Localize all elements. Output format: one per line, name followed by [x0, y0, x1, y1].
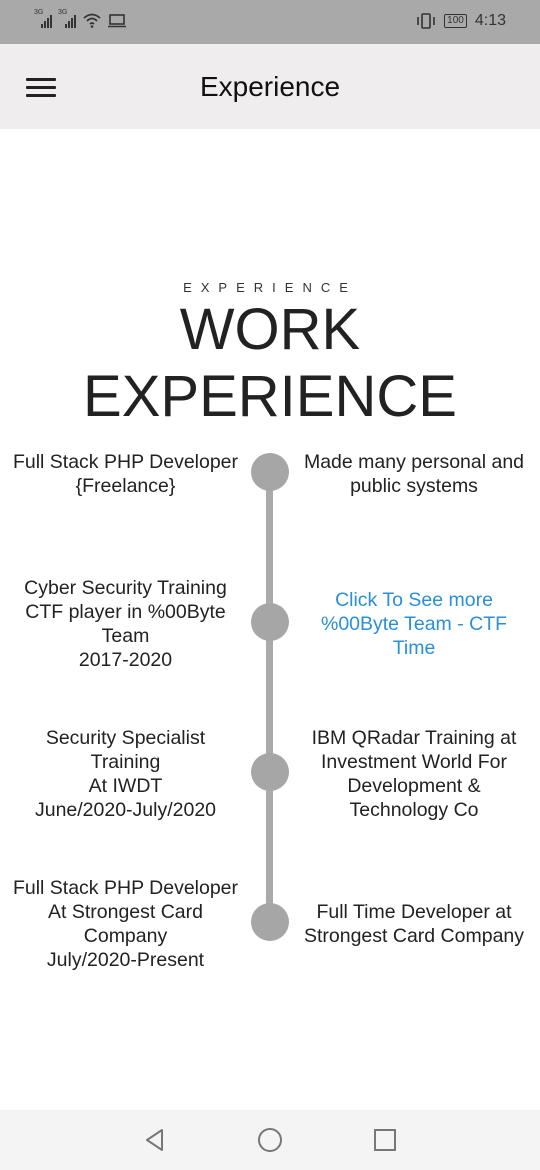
status-right: 100 4:13 — [416, 12, 506, 30]
timeline-right-text: IBM QRadar Training at Investment World … — [311, 727, 517, 821]
status-time: 4:13 — [474, 12, 506, 29]
timeline-dot — [251, 453, 289, 491]
timeline-right-text: Made many personal and public systems — [303, 451, 525, 497]
timeline-dot — [251, 753, 289, 791]
timeline-left-text: Cyber Security Training CTF player in %0… — [24, 577, 227, 671]
battery-icon: 100 — [444, 14, 467, 28]
timeline-dot — [251, 603, 289, 641]
recents-icon[interactable] — [372, 1127, 398, 1153]
timeline-left-text: Security Specialist Training At IWDT Jun… — [34, 727, 217, 821]
section-eyebrow: EXPERIENCE — [183, 280, 357, 295]
vibrate-icon — [417, 13, 435, 29]
page-title: Experience — [199, 71, 341, 102]
screen-icon — [108, 14, 126, 28]
timeline-left-text: Full Stack PHP Developer At Strongest Ca… — [12, 877, 239, 971]
timeline-line — [266, 472, 273, 922]
network-type-label: 3G — [34, 9, 44, 16]
system-nav-bar — [0, 1110, 540, 1170]
timeline-left-text: Full Stack PHP Developer {Freelance} — [12, 451, 239, 497]
home-icon[interactable] — [257, 1127, 283, 1153]
network-type-label: 3G — [58, 9, 68, 16]
ctf-time-link[interactable]: Click To See more %00Byte Team - CTF Tim… — [292, 588, 536, 660]
status-left: 3G 3G — [34, 9, 126, 28]
timeline-right-text: Full Time Developer at Strongest Card Co… — [303, 901, 525, 947]
timeline-dot — [251, 903, 289, 941]
app-bar: Experience — [0, 44, 540, 129]
wifi-icon — [83, 13, 101, 28]
signal-icon: 3G — [58, 9, 76, 28]
status-bar: 3G 3G 100 4:13 — [0, 0, 540, 44]
section-headline: WORK EXPERIENCE — [83, 297, 457, 429]
back-icon[interactable] — [142, 1127, 168, 1153]
signal-icon: 3G — [34, 9, 52, 28]
